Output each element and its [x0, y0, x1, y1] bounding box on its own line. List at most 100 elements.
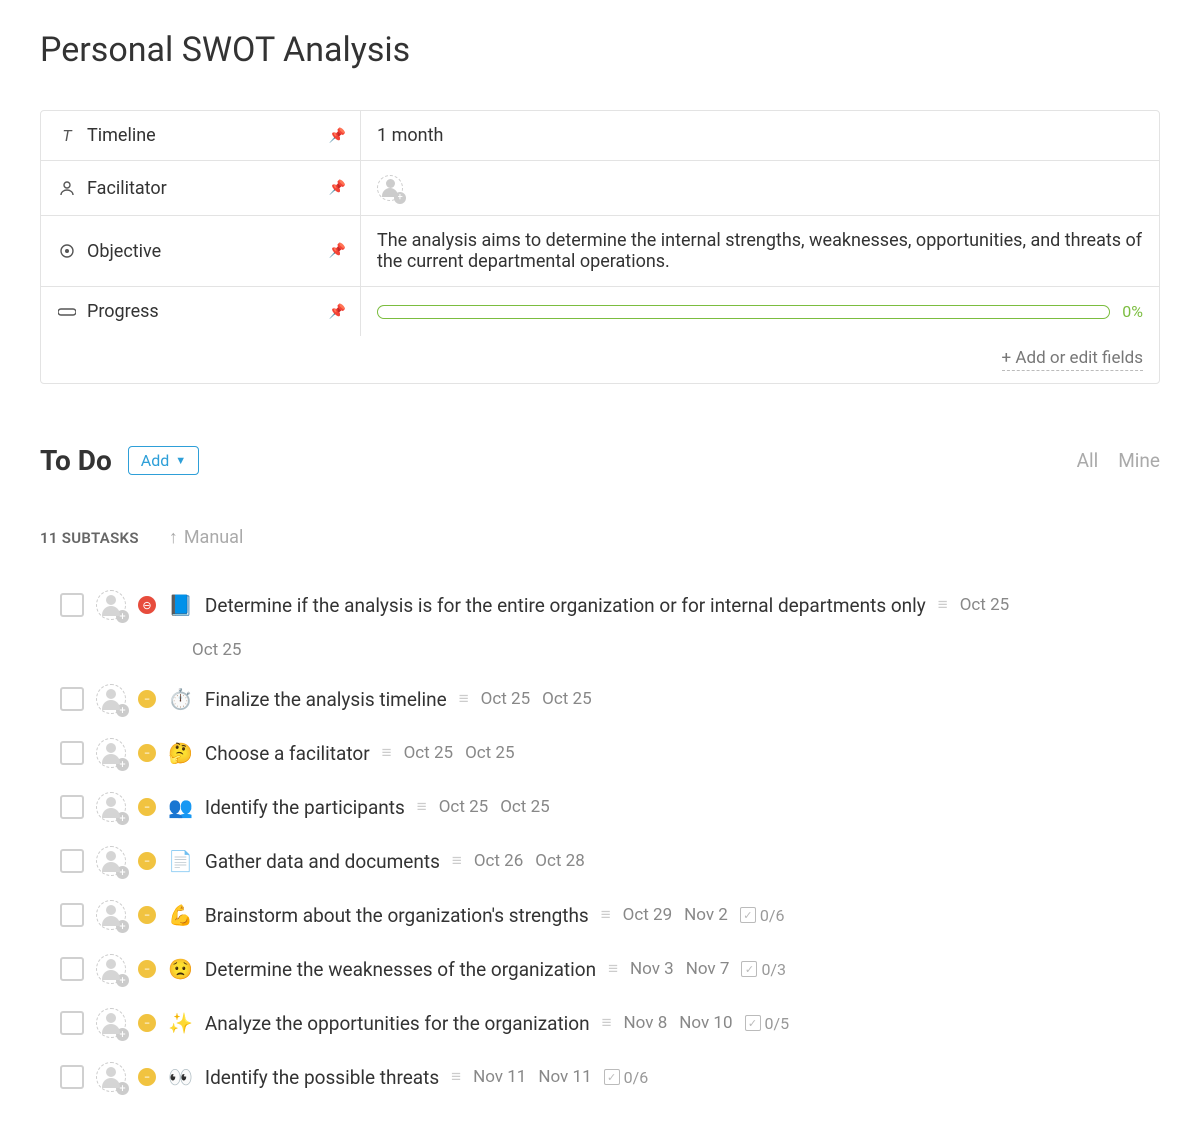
fields-table: T Timeline 📌 1 month Facilitator 📌 + Obj… [40, 110, 1160, 384]
filter-mine[interactable]: Mine [1118, 449, 1160, 472]
task-title[interactable]: Finalize the analysis timeline [205, 688, 447, 711]
assign-avatar-icon[interactable]: + [96, 590, 126, 620]
task-checkbox[interactable] [60, 1065, 84, 1089]
task-checkbox[interactable] [60, 849, 84, 873]
task-title[interactable]: Identify the participants [205, 796, 405, 819]
status-dot-icon[interactable]: ⊖ [138, 596, 156, 614]
status-dot-icon[interactable]: − [138, 798, 156, 816]
sort-label: Manual [184, 527, 244, 548]
task-row[interactable]: + − ⏱️ Finalize the analysis timeline ≡ … [60, 672, 1160, 726]
task-date-end: Nov 7 [686, 959, 730, 979]
task-checkbox[interactable] [60, 687, 84, 711]
field-label: Facilitator [87, 178, 167, 199]
assign-avatar-icon[interactable]: + [96, 846, 126, 876]
field-label-cell[interactable]: Progress 📌 [41, 287, 361, 336]
drag-handle-icon[interactable]: ≡ [938, 595, 948, 615]
task-title[interactable]: Brainstorm about the organization's stre… [205, 904, 589, 927]
task-row[interactable]: + − 📄 Gather data and documents ≡ Oct 26… [60, 834, 1160, 888]
add-label: Add [141, 451, 169, 470]
task-row[interactable]: + − 👥 Identify the participants ≡ Oct 25… [60, 780, 1160, 834]
task-checkbox[interactable] [60, 593, 84, 617]
assign-avatar-icon[interactable]: + [96, 1062, 126, 1092]
status-dot-icon[interactable]: − [138, 1014, 156, 1032]
pin-icon[interactable]: 📌 [329, 304, 346, 320]
task-row[interactable]: + ⊖ 📘 Determine if the analysis is for t… [60, 578, 1160, 672]
checkbox-icon: ✓ [745, 1015, 761, 1031]
assign-avatar-icon[interactable]: + [96, 738, 126, 768]
field-value[interactable]: + [361, 161, 1159, 215]
field-label-cell[interactable]: Facilitator 📌 [41, 161, 361, 215]
status-dot-icon[interactable]: − [138, 690, 156, 708]
field-row-facilitator: Facilitator 📌 + [41, 161, 1159, 216]
pin-icon[interactable]: 📌 [329, 243, 346, 259]
task-checkbox[interactable] [60, 741, 84, 765]
task-title[interactable]: Gather data and documents [205, 850, 440, 873]
field-row-progress: Progress 📌 0% [41, 287, 1159, 336]
field-row-timeline: T Timeline 📌 1 month [41, 111, 1159, 161]
task-title[interactable]: Identify the possible threats [205, 1066, 439, 1089]
task-title[interactable]: Choose a facilitator [205, 742, 370, 765]
assign-avatar-icon[interactable]: + [96, 900, 126, 930]
checkbox-icon: ✓ [741, 961, 757, 977]
task-row[interactable]: + − ✨ Analyze the opportunities for the … [60, 996, 1160, 1050]
drag-handle-icon[interactable]: ≡ [459, 689, 469, 709]
task-checkbox[interactable] [60, 1011, 84, 1035]
task-row[interactable]: + − 👀 Identify the possible threats ≡ No… [60, 1050, 1160, 1104]
drag-handle-icon[interactable]: ≡ [452, 851, 462, 871]
assign-avatar-icon[interactable]: + [96, 954, 126, 984]
subtask-count: 11 SUBTASKS [40, 529, 139, 547]
field-value[interactable]: 0% [361, 287, 1159, 336]
filter-tabs: All Mine [1077, 449, 1160, 472]
field-label-cell[interactable]: Objective 📌 [41, 216, 361, 286]
todo-title: To Do [40, 444, 112, 477]
drag-handle-icon[interactable]: ≡ [608, 959, 618, 979]
task-checkbox[interactable] [60, 957, 84, 981]
pin-icon[interactable]: 📌 [329, 180, 346, 196]
add-dropdown-button[interactable]: Add ▼ [128, 446, 199, 475]
task-checkbox[interactable] [60, 903, 84, 927]
assign-avatar-icon[interactable]: + [377, 175, 403, 201]
pin-icon[interactable]: 📌 [329, 128, 346, 144]
add-edit-fields-link[interactable]: + Add or edit fields [1002, 348, 1143, 371]
status-dot-icon[interactable]: − [138, 906, 156, 924]
status-dot-icon[interactable]: − [138, 852, 156, 870]
status-dot-icon[interactable]: − [138, 1068, 156, 1086]
status-dot-icon[interactable]: − [138, 744, 156, 762]
field-label: Timeline [87, 125, 156, 146]
task-date-start: Nov 8 [624, 1013, 668, 1033]
field-value[interactable]: The analysis aims to determine the inter… [361, 216, 1159, 286]
field-value[interactable]: 1 month [361, 111, 1159, 160]
drag-handle-icon[interactable]: ≡ [382, 743, 392, 763]
task-row[interactable]: + − 💪 Brainstorm about the organization'… [60, 888, 1160, 942]
person-icon [57, 180, 77, 196]
chevron-down-icon: ▼ [175, 454, 186, 467]
sort-mode-button[interactable]: ↑ Manual [169, 527, 244, 548]
target-icon [57, 243, 77, 259]
field-label-cell[interactable]: T Timeline 📌 [41, 111, 361, 160]
task-date-start: Oct 26 [474, 851, 523, 871]
task-date-end: Oct 25 [465, 743, 514, 763]
field-label: Objective [87, 241, 161, 262]
drag-handle-icon[interactable]: ≡ [451, 1067, 461, 1087]
task-title[interactable]: Analyze the opportunities for the organi… [205, 1012, 590, 1035]
checkbox-icon: ✓ [740, 907, 756, 923]
task-emoji-icon: 🤔 [168, 741, 193, 765]
task-date-start: Oct 25 [439, 797, 488, 817]
status-dot-icon[interactable]: − [138, 960, 156, 978]
task-row[interactable]: + − 🤔 Choose a facilitator ≡ Oct 25 Oct … [60, 726, 1160, 780]
task-title[interactable]: Determine the weaknesses of the organiza… [205, 958, 596, 981]
task-emoji-icon: 😟 [168, 957, 193, 981]
assign-avatar-icon[interactable]: + [96, 792, 126, 822]
drag-handle-icon[interactable]: ≡ [602, 1013, 612, 1033]
filter-all[interactable]: All [1077, 449, 1099, 472]
task-checkbox[interactable] [60, 795, 84, 819]
assign-avatar-icon[interactable]: + [96, 1008, 126, 1038]
todo-header: To Do Add ▼ All Mine [40, 444, 1160, 477]
task-date-end: Oct 25 [500, 797, 549, 817]
drag-handle-icon[interactable]: ≡ [601, 905, 611, 925]
page-title: Personal SWOT Analysis [40, 30, 1160, 70]
drag-handle-icon[interactable]: ≡ [417, 797, 427, 817]
task-row[interactable]: + − 😟 Determine the weaknesses of the or… [60, 942, 1160, 996]
assign-avatar-icon[interactable]: + [96, 684, 126, 714]
task-title[interactable]: Determine if the analysis is for the ent… [205, 594, 926, 617]
